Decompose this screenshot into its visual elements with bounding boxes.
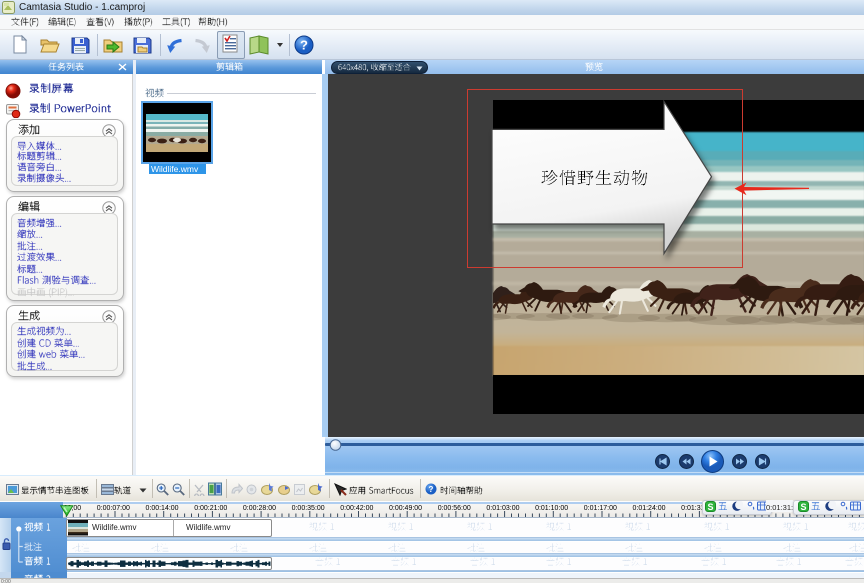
svg-text:?: ? [429, 485, 434, 494]
svg-text:?: ? [300, 38, 308, 53]
svg-text:S: S [707, 501, 713, 511]
svg-text:S: S [800, 501, 806, 511]
